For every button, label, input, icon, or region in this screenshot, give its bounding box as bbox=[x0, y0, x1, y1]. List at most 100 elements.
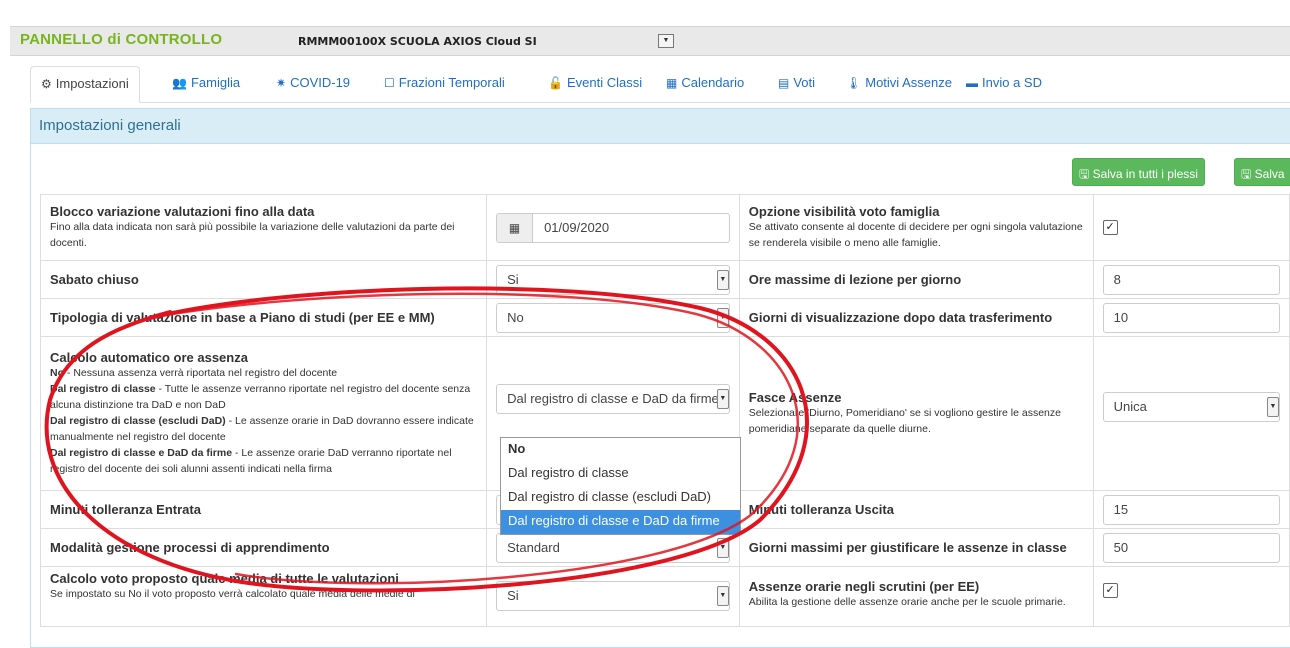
chevron-down-icon: ▼ bbox=[1267, 396, 1279, 417]
option-name: No bbox=[50, 367, 64, 379]
option-name: Dal registro di classe (escludi DaD) bbox=[50, 415, 226, 427]
chevron-down-icon: ▼ bbox=[716, 586, 729, 606]
select-value: No bbox=[507, 309, 524, 325]
save-button[interactable]: 🖫 Salva bbox=[1234, 158, 1290, 186]
users-icon: 👥 bbox=[172, 76, 187, 90]
school-dropdown-button[interactable]: ▼ bbox=[658, 34, 674, 48]
setting-label: Calcolo voto proposto quale media di tut… bbox=[50, 571, 399, 586]
app-title: PANNELLO di CONTROLLO bbox=[20, 31, 223, 48]
virus-icon: ✷ bbox=[276, 76, 287, 90]
setting-cell: Blocco variazione valutazioni fino alla … bbox=[39, 194, 488, 261]
tab-label: Voti bbox=[793, 75, 816, 90]
tab-label: Calendario bbox=[681, 75, 745, 90]
calculator-icon: ▤ bbox=[778, 76, 790, 90]
setting-label: Minuti tolleranza Uscita bbox=[748, 502, 894, 517]
setting-label: Giorni di visualizzazione dopo data tras… bbox=[748, 310, 1053, 325]
tab-label: Impostazioni bbox=[55, 76, 129, 91]
dropdown-option[interactable]: Dal registro di classe (escludi DaD) bbox=[501, 486, 740, 510]
chevron-down-icon: ▼ bbox=[716, 269, 729, 290]
tab-bar: ⚙ Impostazioni 👥 Famiglia ✷ COVID-19 ☐ Frazi… bbox=[30, 66, 1290, 103]
option-name: Dal registro di classe bbox=[50, 383, 156, 395]
select-value: Standard bbox=[507, 539, 560, 555]
setting-label: Tipologia di valutazione in base a Piano… bbox=[50, 310, 435, 325]
setting-label: Calcolo automatico ore assenza bbox=[50, 350, 248, 365]
table-row: Calcolo voto proposto quale media di tut… bbox=[39, 566, 1290, 627]
setting-label: Assenze orarie negli scrutini (per EE) bbox=[748, 579, 980, 594]
archive-icon: ▬ bbox=[966, 76, 978, 90]
fasce-assenze-select[interactable]: Unica ▼ bbox=[1102, 391, 1280, 422]
assenze-orarie-checkbox[interactable]: ✓ bbox=[1102, 583, 1118, 598]
setting-description: No - Nessuna assenza verrà riportata nel… bbox=[50, 365, 477, 477]
value-cell: ✓ bbox=[1092, 194, 1290, 261]
tab-label: Invio a SD bbox=[982, 75, 1042, 90]
settings-table: Blocco variazione valutazioni fino alla … bbox=[39, 194, 1290, 627]
calendar-outline-icon: ☐ bbox=[384, 76, 395, 90]
setting-label: Ore massime di lezione per giorno bbox=[748, 272, 962, 287]
unlock-icon: 🔓 bbox=[548, 76, 563, 90]
tab-eventi-classi[interactable]: 🔓 Eventi Classi bbox=[538, 66, 652, 103]
setting-cell: Opzione visibilità voto famiglia Se atti… bbox=[738, 194, 1094, 261]
setting-label: Giorni massimi per giustificare le assen… bbox=[748, 540, 1067, 555]
table-row: Tipologia di valutazione in base a Piano… bbox=[39, 298, 1290, 337]
setting-label: Opzione visibilità voto famiglia bbox=[748, 204, 940, 219]
tab-label: Eventi Classi bbox=[566, 75, 643, 90]
date-field[interactable]: ▦ 01/09/2020 bbox=[496, 212, 730, 243]
giorni-visualizzazione-input[interactable]: 10 bbox=[1102, 302, 1280, 333]
calcolo-ore-assenza-select[interactable]: Dal registro di classe e DaD da firme ▼ bbox=[496, 383, 730, 414]
dropdown-option[interactable]: Dal registro di classe bbox=[501, 462, 740, 486]
tab-covid[interactable]: ✷ COVID-19 bbox=[266, 66, 360, 103]
school-name: RMMM00100X SCUOLA AXIOS Cloud SI bbox=[298, 35, 537, 48]
top-bar: PANNELLO di CONTROLLO RMMM00100X SCUOLA … bbox=[10, 26, 1290, 56]
tab-invio-sd[interactable]: ▬ Invio a SD bbox=[956, 66, 1052, 103]
tab-motivi-assenze[interactable]: 🌡 Motivi Assenze bbox=[836, 66, 962, 103]
chevron-down-icon: ▼ bbox=[716, 388, 729, 409]
calcolo-voto-select[interactable]: Si ▼ bbox=[496, 581, 730, 611]
setting-label: Sabato chiuso bbox=[50, 272, 139, 287]
calcolo-ore-assenza-options: No Dal registro di classe Dal registro d… bbox=[500, 437, 741, 535]
option-text: - Nessuna assenza verrà riportata nel re… bbox=[64, 367, 338, 379]
button-label: Salva in tutti i plessi bbox=[1092, 167, 1198, 181]
dropdown-option[interactable]: No bbox=[501, 438, 740, 462]
tab-calendario[interactable]: ▦ Calendario bbox=[656, 66, 754, 103]
setting-label: Modalità gestione processi di apprendime… bbox=[50, 540, 330, 555]
chevron-down-icon: ▼ bbox=[716, 307, 729, 328]
ore-massime-input[interactable]: 8 bbox=[1102, 264, 1280, 295]
setting-label: Fasce Assenze bbox=[748, 390, 842, 405]
setting-label: Minuti tolleranza Entrata bbox=[50, 502, 201, 517]
tab-famiglia[interactable]: 👥 Famiglia bbox=[162, 66, 250, 103]
sabato-chiuso-select[interactable]: Si ▼ bbox=[496, 264, 730, 295]
table-row: Sabato chiuso Si ▼ Ore massime di lezione… bbox=[39, 260, 1290, 299]
tab-voti[interactable]: ▤ Voti bbox=[768, 66, 825, 103]
setting-description: Fino alla data indicata non sarà più pos… bbox=[50, 221, 455, 249]
select-value: Si bbox=[507, 271, 519, 287]
modalita-select[interactable]: Standard ▼ bbox=[496, 532, 730, 563]
setting-label: Blocco variazione valutazioni fino alla … bbox=[50, 204, 315, 219]
table-row: Blocco variazione valutazioni fino alla … bbox=[39, 194, 1290, 261]
opzione-visibilita-checkbox[interactable]: ✓ bbox=[1102, 220, 1118, 235]
chevron-down-icon: ▼ bbox=[716, 537, 729, 558]
tab-frazioni-temporali[interactable]: ☐ Frazioni Temporali bbox=[374, 66, 515, 103]
save-all-plessi-button[interactable]: 🖫 Salva in tutti i plessi bbox=[1072, 158, 1205, 186]
tab-label: COVID-19 bbox=[290, 75, 351, 90]
giorni-giustificare-input[interactable]: 50 bbox=[1102, 532, 1280, 563]
select-value: Unica bbox=[1113, 398, 1147, 414]
value-cell: ▦ 01/09/2020 bbox=[486, 194, 740, 261]
date-value: 01/09/2020 bbox=[544, 219, 610, 235]
tab-impostazioni[interactable]: ⚙ Impostazioni bbox=[30, 66, 140, 103]
calendar-icon[interactable]: ▦ bbox=[497, 213, 534, 242]
button-label: Salva bbox=[1254, 167, 1285, 181]
setting-description: Selezionare 'Diurno, Pomeridiano' se si … bbox=[748, 407, 1061, 435]
panel-title: Impostazioni generali bbox=[31, 109, 1290, 144]
minuti-uscita-input[interactable]: 15 bbox=[1102, 494, 1280, 525]
gears-icon: ⚙ bbox=[41, 77, 52, 91]
floppy-icon: 🖫 bbox=[1241, 167, 1252, 181]
floppy-icon: 🖫 bbox=[1079, 167, 1090, 181]
select-value: Si bbox=[507, 588, 519, 603]
setting-description: Se attivato consente al docente di decid… bbox=[748, 221, 1083, 249]
dropdown-option-selected[interactable]: Dal registro di classe e DaD da firme bbox=[501, 510, 740, 534]
tab-label: Motivi Assenze bbox=[865, 75, 952, 90]
setting-description: Se impostato su No il voto proposto verr… bbox=[50, 588, 415, 600]
thermometer-icon: 🌡 bbox=[846, 76, 862, 90]
setting-description: Abilita la gestione delle assenze orarie… bbox=[748, 596, 1066, 608]
tipologia-select[interactable]: No ▼ bbox=[496, 302, 730, 333]
